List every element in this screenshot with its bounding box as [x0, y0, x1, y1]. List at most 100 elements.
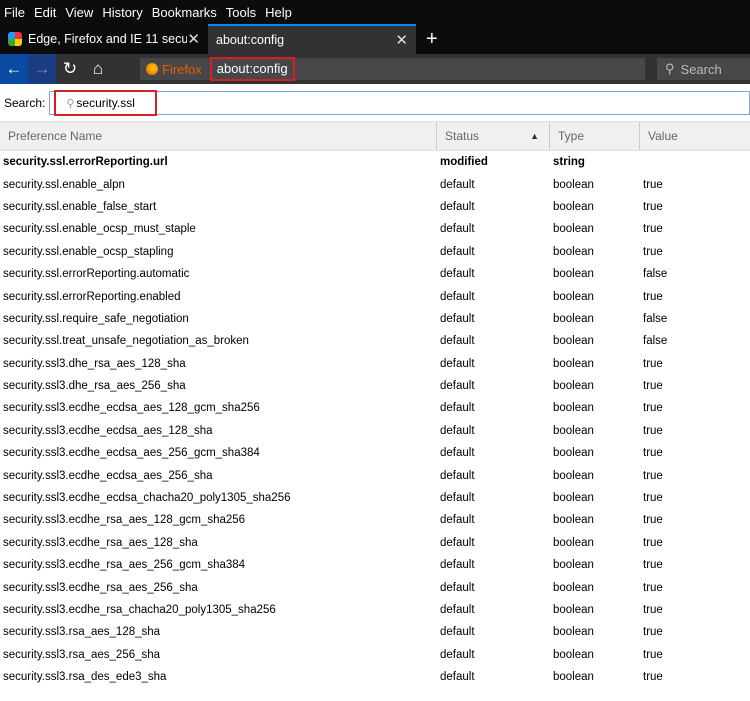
url-text[interactable]: about:config	[209, 57, 295, 81]
close-tab-icon[interactable]: ✕	[395, 31, 408, 49]
table-row[interactable]: security.ssl3.ecdhe_ecdsa_aes_256_sha def…	[0, 464, 750, 486]
pref-type: boolean	[553, 402, 594, 415]
table-row[interactable]: security.ssl.errorReporting.automatic def…	[0, 263, 750, 285]
table-row[interactable]: security.ssl3.ecdhe_rsa_aes_128_gcm_sha2…	[0, 509, 750, 531]
pref-status: default	[440, 335, 475, 348]
tab-about-config[interactable]: about:config ✕	[208, 24, 416, 54]
menu-view[interactable]: View	[65, 5, 93, 20]
tab-edge-firefox-ie[interactable]: Edge, Firefox and IE 11 security ✕	[0, 24, 208, 54]
table-row[interactable]: security.ssl.treat_unsafe_negotiation_as…	[0, 330, 750, 352]
menu-edit[interactable]: Edit	[34, 5, 56, 20]
pref-name: security.ssl.enable_ocsp_stapling	[3, 245, 174, 258]
config-search-input[interactable]: ⚲ security.ssl	[49, 89, 750, 116]
pref-type: boolean	[553, 380, 594, 393]
pref-status: default	[440, 469, 475, 482]
search-label: Search:	[4, 95, 46, 110]
pref-name: security.ssl3.ecdhe_rsa_aes_256_gcm_sha3…	[3, 559, 246, 572]
pref-type: boolean	[553, 312, 594, 325]
column-preference-name[interactable]: Preference Name	[0, 122, 437, 150]
pref-name: security.ssl.errorReporting.enabled	[3, 290, 181, 303]
column-type[interactable]: Type	[550, 122, 640, 150]
search-icon: ⚲	[665, 61, 675, 76]
pref-type: boolean	[553, 447, 594, 460]
pref-type: boolean	[553, 648, 594, 661]
pref-value: true	[643, 514, 663, 527]
site-favicon-icon	[8, 32, 22, 46]
pref-status: default	[440, 626, 475, 639]
pref-type: boolean	[553, 626, 594, 639]
pref-name: security.ssl3.dhe_rsa_aes_256_sha	[3, 380, 186, 393]
pref-value: true	[643, 648, 663, 661]
pref-value: false	[643, 268, 668, 281]
pref-status: default	[440, 312, 475, 325]
table-row[interactable]: security.ssl3.ecdhe_rsa_chacha20_poly130…	[0, 599, 750, 621]
pref-name: security.ssl.errorReporting.automatic	[3, 268, 190, 281]
pref-type: boolean	[553, 200, 594, 213]
pref-type: boolean	[553, 671, 594, 684]
pref-value: false	[643, 312, 668, 325]
pref-value: true	[643, 178, 663, 191]
table-row[interactable]: security.ssl.errorReporting.url modified s…	[0, 151, 750, 173]
pref-status: default	[440, 245, 475, 258]
pref-status: default	[440, 178, 475, 191]
table-row[interactable]: security.ssl3.dhe_rsa_aes_256_sha default…	[0, 375, 750, 397]
brand-label: Firefox	[162, 61, 202, 77]
search-value: security.ssl	[76, 95, 135, 110]
pref-type: boolean	[553, 514, 594, 527]
pref-value: true	[643, 604, 663, 616]
table-row[interactable]: security.ssl3.rsa_aes_256_sha default bool…	[0, 644, 750, 666]
url-bar[interactable]: Firefox about:config	[140, 57, 645, 81]
table-row[interactable]: security.ssl3.ecdhe_rsa_aes_256_sha defau…	[0, 576, 750, 598]
pref-type: string	[553, 156, 585, 169]
web-search-box[interactable]: ⚲ Search	[657, 58, 750, 80]
table-row[interactable]: security.ssl.require_safe_negotiation def…	[0, 308, 750, 330]
table-row[interactable]: security.ssl.enable_ocsp_stapling default…	[0, 241, 750, 263]
home-button[interactable]: ⌂	[84, 54, 112, 84]
identity-box[interactable]: Firefox	[146, 62, 202, 77]
column-value[interactable]: Value	[640, 122, 750, 150]
table-row[interactable]: security.ssl3.dhe_rsa_aes_128_sha default…	[0, 353, 750, 375]
table-row[interactable]: security.ssl3.ecdhe_rsa_aes_128_sha defau…	[0, 532, 750, 554]
menu-file[interactable]: File	[4, 5, 25, 20]
column-status[interactable]: Status ▲	[437, 122, 550, 150]
firefox-icon	[146, 63, 158, 75]
pref-value: true	[643, 223, 663, 236]
table-row[interactable]: security.ssl3.ecdhe_rsa_aes_256_gcm_sha3…	[0, 554, 750, 576]
pref-name: security.ssl.enable_false_start	[3, 200, 157, 213]
pref-status: default	[440, 671, 475, 684]
menu-bookmarks[interactable]: Bookmarks	[152, 5, 217, 20]
menu-tools[interactable]: Tools	[226, 5, 256, 20]
pref-type: boolean	[553, 245, 594, 258]
table-row[interactable]: security.ssl3.ecdhe_ecdsa_aes_256_gcm_sh…	[0, 442, 750, 464]
pref-status: default	[440, 223, 475, 236]
pref-type: boolean	[553, 536, 594, 549]
table-row[interactable]: security.ssl3.rsa_des_ede3_sha default boo…	[0, 666, 750, 688]
pref-name: security.ssl.require_safe_negotiation	[3, 312, 189, 325]
pref-value: true	[643, 559, 663, 572]
table-row[interactable]: security.ssl.enable_alpn default boolean tr…	[0, 173, 750, 195]
pref-status: default	[440, 581, 475, 594]
pref-status: default	[440, 402, 475, 415]
forward-button[interactable]: →	[28, 54, 56, 84]
pref-name: security.ssl3.ecdhe_rsa_chacha20_poly130…	[3, 604, 276, 616]
reload-button[interactable]: ↻	[56, 54, 84, 84]
pref-name: security.ssl3.ecdhe_ecdsa_chacha20_poly1…	[3, 492, 291, 505]
table-row[interactable]: security.ssl3.ecdhe_ecdsa_chacha20_poly1…	[0, 487, 750, 509]
table-row[interactable]: security.ssl3.ecdhe_ecdsa_aes_128_sha def…	[0, 420, 750, 442]
menu-history[interactable]: History	[102, 5, 142, 20]
menu-bar: File Edit View History Bookmarks Tools H…	[0, 0, 750, 24]
table-row[interactable]: security.ssl.enable_ocsp_must_staple defa…	[0, 218, 750, 240]
table-row[interactable]: security.ssl.errorReporting.enabled defau…	[0, 285, 750, 307]
pref-value: false	[643, 335, 668, 348]
table-row[interactable]: security.ssl.enable_false_start default bo…	[0, 196, 750, 218]
new-tab-button[interactable]: +	[416, 24, 448, 54]
pref-name: security.ssl.enable_alpn	[3, 178, 125, 191]
pref-type: boolean	[553, 223, 594, 236]
pref-name: security.ssl3.rsa_aes_256_sha	[3, 648, 161, 661]
back-button[interactable]: ←	[0, 54, 28, 84]
pref-type: boolean	[553, 178, 594, 191]
close-tab-icon[interactable]: ✕	[187, 30, 200, 48]
table-row[interactable]: security.ssl3.ecdhe_ecdsa_aes_128_gcm_sh…	[0, 397, 750, 419]
menu-help[interactable]: Help	[265, 5, 292, 20]
table-row[interactable]: security.ssl3.rsa_aes_128_sha default bool…	[0, 621, 750, 643]
